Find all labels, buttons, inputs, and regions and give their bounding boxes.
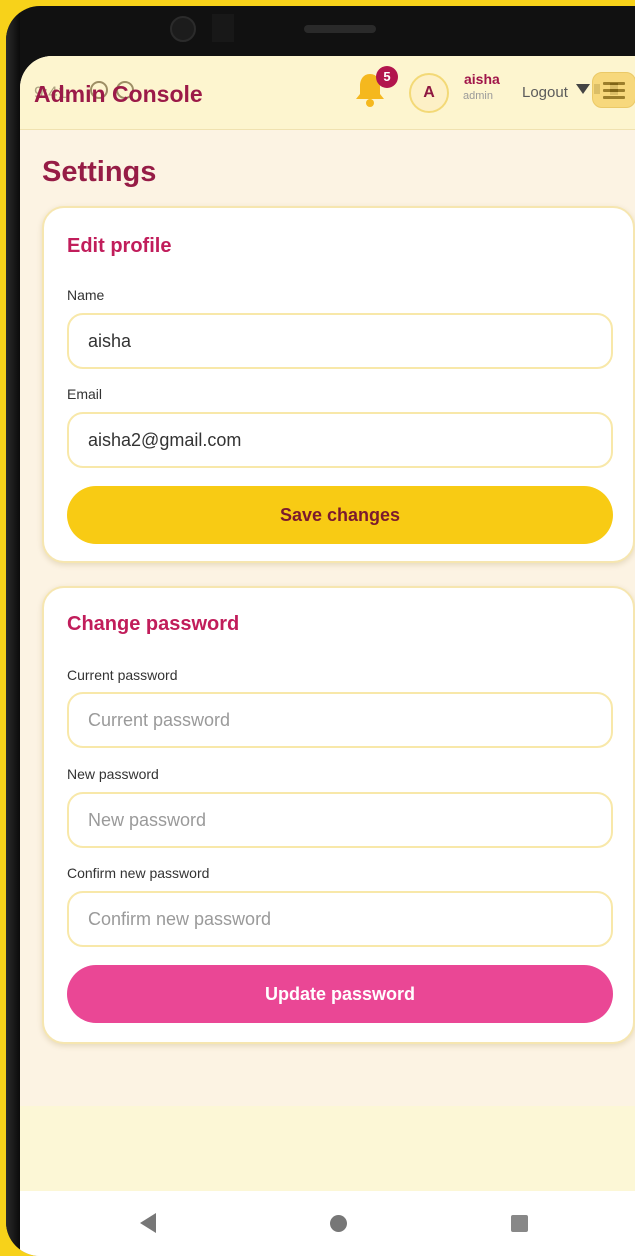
avatar[interactable]: A bbox=[409, 73, 449, 113]
name-field[interactable] bbox=[67, 313, 613, 369]
confirm-password-label: Confirm new password bbox=[67, 865, 210, 881]
camera-notch bbox=[156, 12, 406, 48]
speaker-grille bbox=[304, 25, 376, 33]
menu-button[interactable] bbox=[592, 72, 635, 108]
edit-profile-card: Edit profile Name Email Save changes bbox=[42, 206, 635, 563]
bottom-spacer bbox=[20, 1106, 635, 1191]
page-title: Settings bbox=[42, 156, 157, 188]
app-header: 9:41 Admin Console 5 A aisha admin Logou… bbox=[20, 56, 635, 130]
logout-link[interactable]: Logout bbox=[522, 84, 568, 101]
notification-badge: 5 bbox=[376, 66, 398, 88]
name-label: Name bbox=[67, 287, 105, 303]
current-password-label: Current password bbox=[67, 667, 178, 683]
system-nav-bar bbox=[20, 1191, 635, 1256]
confirm-password-field[interactable] bbox=[67, 891, 613, 947]
email-label: Email bbox=[67, 386, 103, 402]
recent-apps-square-icon[interactable] bbox=[511, 1215, 528, 1232]
update-password-button[interactable]: Update password bbox=[67, 965, 613, 1023]
hamburger-menu-icon bbox=[603, 82, 625, 99]
user-role: admin bbox=[463, 90, 493, 102]
back-triangle-icon[interactable] bbox=[140, 1213, 156, 1233]
user-name: aisha bbox=[464, 71, 500, 87]
phone-frame: 9:41 Admin Console 5 A aisha admin Logou… bbox=[6, 6, 635, 1256]
front-camera-icon bbox=[170, 16, 196, 42]
phone-edge bbox=[6, 6, 20, 1256]
save-changes-button[interactable]: Save changes bbox=[67, 486, 613, 544]
change-password-title: Change password bbox=[67, 613, 240, 635]
current-password-field[interactable] bbox=[67, 692, 613, 748]
change-password-card: Change password Current password New pas… bbox=[42, 586, 635, 1044]
sensor-icon bbox=[212, 14, 234, 42]
edit-profile-title: Edit profile bbox=[67, 235, 172, 257]
new-password-field[interactable] bbox=[67, 792, 613, 848]
app-screen: 9:41 Admin Console 5 A aisha admin Logou… bbox=[20, 56, 635, 1256]
app-title: Admin Console bbox=[34, 81, 203, 107]
home-circle-icon[interactable] bbox=[330, 1215, 347, 1232]
email-field[interactable] bbox=[67, 412, 613, 468]
new-password-label: New password bbox=[67, 766, 159, 782]
